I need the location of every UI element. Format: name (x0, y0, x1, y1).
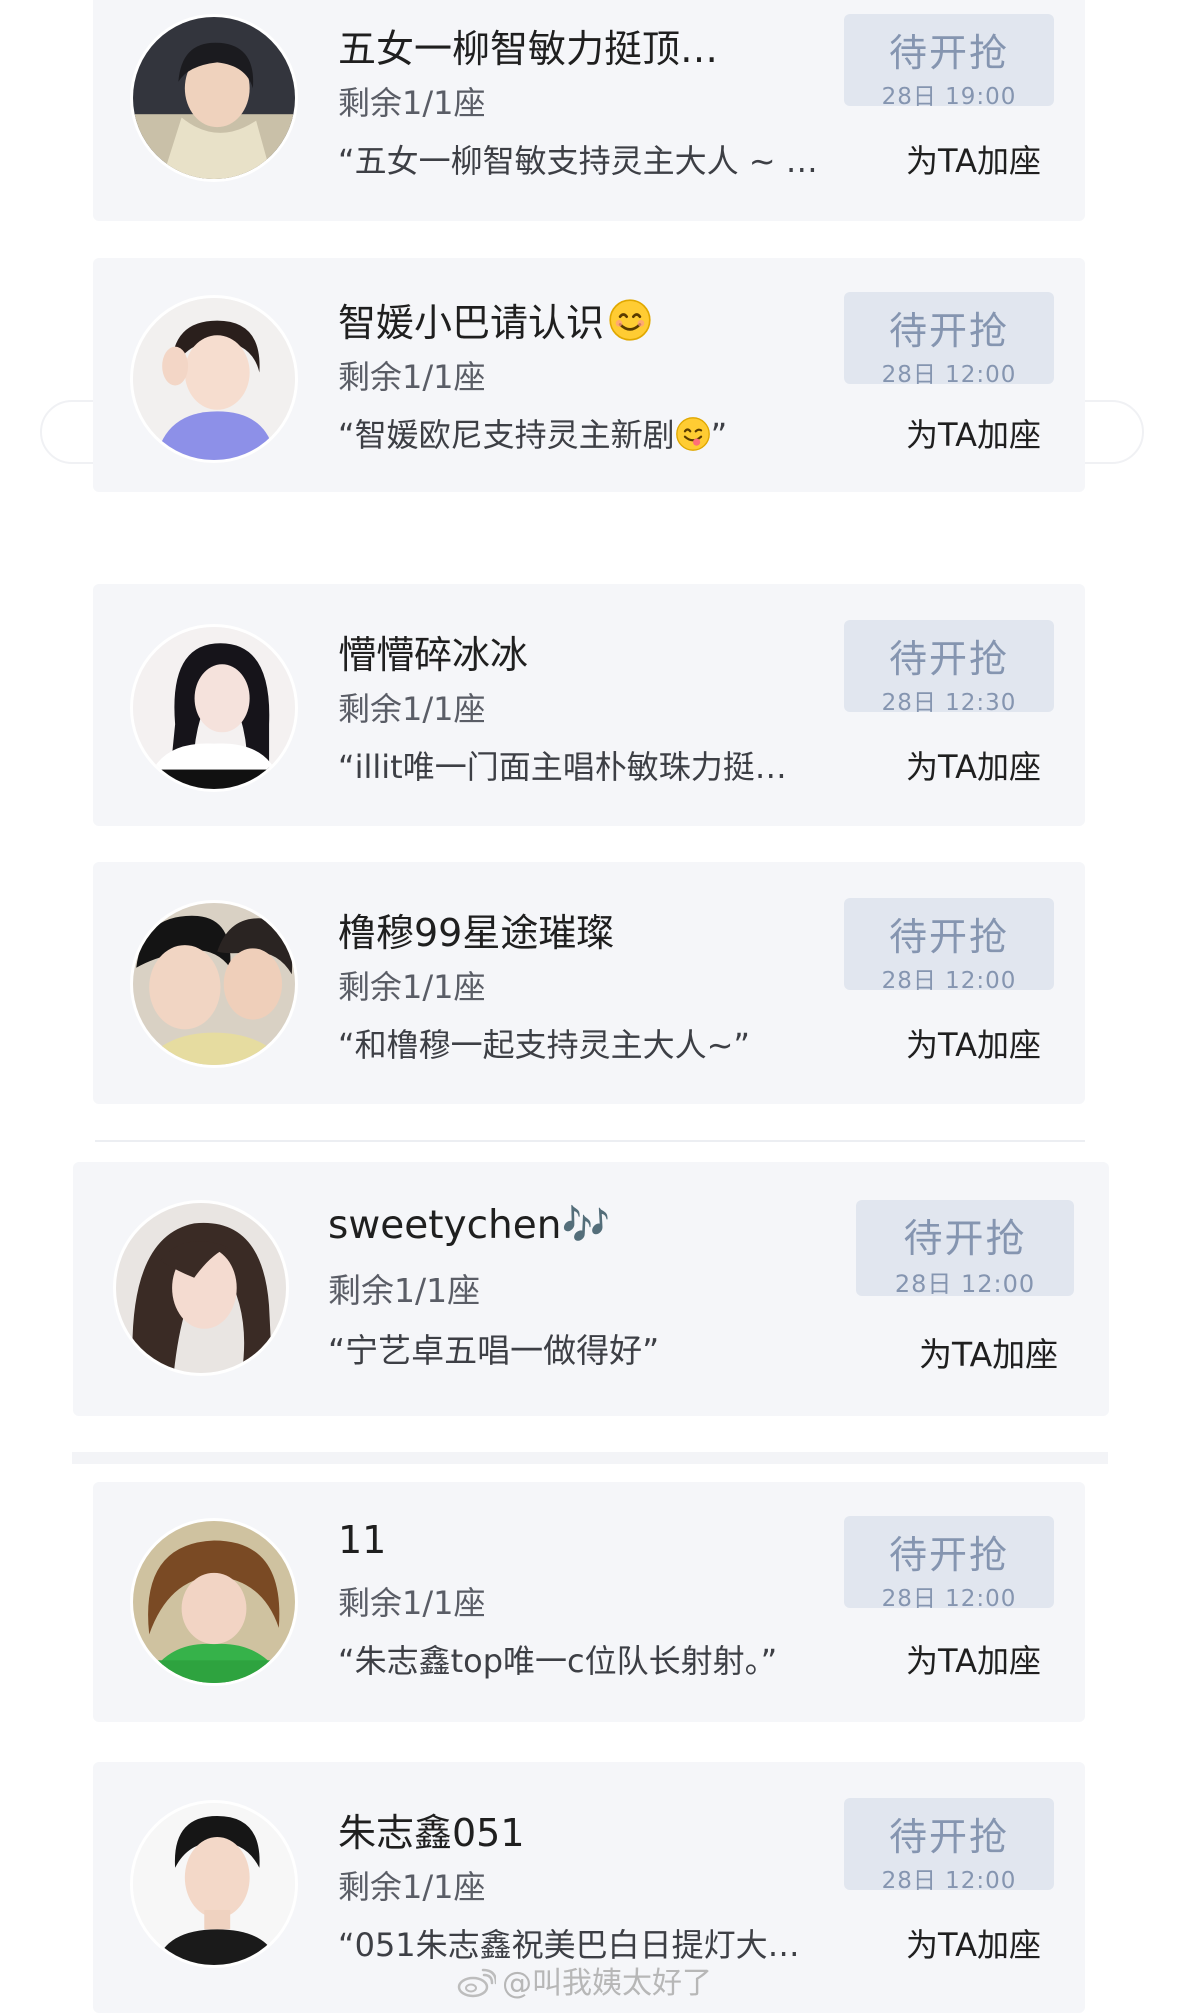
support-message: “五女一柳智敏支持灵主大人 ~ … (338, 142, 818, 180)
avatar[interactable] (130, 295, 298, 463)
support-message: “朱志鑫top唯一c位队长射射。” (338, 1642, 778, 1680)
user-name: 五女一柳智敏力挺顶… (338, 27, 719, 71)
support-message-closing-quote: ” (710, 416, 728, 454)
grab-button[interactable]: 待开抢 28日 12:00 (844, 292, 1054, 388)
face-savoring-food-emoji-icon (675, 417, 710, 451)
seat-card[interactable]: 懵懵碎冰冰 剩余1/1座 “illit唯一门面主唱朴敏珠力挺… 待开抢 28日 … (93, 584, 1085, 826)
seat-card[interactable]: 橹穆99星途璀璨 剩余1/1座 “和橹穆一起支持灵主大人~” 待开抢 28日 1… (93, 862, 1085, 1104)
seats-remaining: 剩余1/1座 (338, 968, 486, 1006)
grab-button[interactable]: 待开抢 28日 12:00 (844, 898, 1054, 994)
avatar[interactable] (130, 624, 298, 792)
support-message: “illit唯一门面主唱朴敏珠力挺… (338, 748, 787, 786)
seats-remaining: 剩余1/1座 (338, 1868, 486, 1906)
support-message: “和橹穆一起支持灵主大人~” (338, 1026, 750, 1064)
grab-button[interactable]: 待开抢 28日 12:30 (844, 620, 1054, 716)
seat-card[interactable]: 智媛小巴请认识 剩余1/1座 “智媛欧尼支持灵主新剧 ” 待开抢 28日 12:0… (93, 258, 1085, 492)
add-seat-link[interactable]: 为TA加座 (906, 410, 1041, 456)
add-seat-link[interactable]: 为TA加座 (919, 1328, 1058, 1376)
grab-time: 28日 12:00 (894, 1270, 1036, 1298)
watermark: @叫我姨太好了 (456, 1958, 712, 2002)
seats-remaining: 剩余1/1座 (338, 1584, 486, 1622)
seats-remaining: 剩余1/1座 (338, 690, 486, 728)
grab-time: 28日 12:30 (881, 690, 1017, 716)
seats-remaining: 剩余1/1座 (338, 358, 486, 396)
grab-button-label: 待开抢 (888, 31, 1009, 75)
avatar-image (133, 903, 295, 1065)
grab-time: 28日 12:00 (881, 1586, 1017, 1612)
user-name-text: 智媛小巴请认识 (338, 301, 605, 345)
user-name: 朱志鑫051 (338, 1811, 525, 1855)
section-divider (95, 1140, 1085, 1142)
grab-button-label: 待开抢 (903, 1217, 1027, 1262)
avatar-image (133, 1803, 295, 1965)
user-name: 橹穆99星途璀璨 (338, 911, 615, 955)
grab-time: 28日 12:00 (881, 968, 1017, 994)
avatar-image (133, 17, 295, 179)
user-name: 11 (338, 1518, 387, 1562)
user-name: sweetychen🎶 (328, 1203, 611, 1248)
support-message-text: “智媛欧尼支持灵主新剧 (338, 416, 675, 454)
avatar-image (133, 298, 295, 460)
avatar[interactable] (130, 14, 298, 182)
seats-remaining: 剩余1/1座 (338, 84, 486, 122)
grab-button-label: 待开抢 (888, 1815, 1009, 1859)
add-seat-link[interactable]: 为TA加座 (906, 1636, 1041, 1682)
grab-button[interactable]: 待开抢 28日 12:00 (856, 1200, 1074, 1298)
weibo-logo-icon (457, 1968, 496, 1998)
section-divider (72, 1452, 1108, 1464)
user-name: 智媛小巴请认识 (338, 292, 818, 347)
grab-button-label: 待开抢 (888, 637, 1009, 681)
seat-card[interactable]: 五女一柳智敏力挺顶… 剩余1/1座 “五女一柳智敏支持灵主大人 ~ … 待开抢 … (93, 0, 1085, 221)
grab-button[interactable]: 待开抢 28日 12:00 (844, 1798, 1054, 1894)
support-message: “宁艺卓五唱一做得好” (328, 1331, 660, 1370)
grab-button-label: 待开抢 (888, 1533, 1009, 1577)
avatar[interactable] (130, 1518, 298, 1686)
avatar-image (133, 1521, 295, 1683)
grab-button[interactable]: 待开抢 28日 12:00 (844, 1516, 1054, 1612)
add-seat-link[interactable]: 为TA加座 (906, 1920, 1041, 1966)
user-name: 懵懵碎冰冰 (338, 633, 529, 677)
smiling-face-emoji-icon (609, 299, 651, 341)
grab-button-label: 待开抢 (888, 915, 1009, 959)
grab-time: 28日 12:00 (881, 362, 1017, 388)
watermark-text: @叫我姨太好了 (502, 1966, 712, 2001)
seats-remaining: 剩余1/1座 (328, 1271, 481, 1310)
avatar-image (116, 1203, 286, 1373)
support-message: “智媛欧尼支持灵主新剧 ” (338, 410, 838, 456)
seat-card[interactable]: sweetychen🎶 剩余1/1座 “宁艺卓五唱一做得好” 待开抢 28日 1… (73, 1162, 1109, 1416)
grab-button-label: 待开抢 (888, 309, 1009, 353)
grab-time: 28日 19:00 (881, 84, 1017, 110)
add-seat-link[interactable]: 为TA加座 (906, 742, 1041, 788)
avatar-image (133, 627, 295, 789)
add-seat-link[interactable]: 为TA加座 (906, 136, 1041, 182)
avatar[interactable] (130, 900, 298, 1068)
grab-time: 28日 12:00 (881, 1868, 1017, 1894)
add-seat-link[interactable]: 为TA加座 (906, 1020, 1041, 1066)
avatar[interactable] (113, 1200, 289, 1376)
avatar[interactable] (130, 1800, 298, 1968)
grab-button[interactable]: 待开抢 28日 19:00 (844, 14, 1054, 110)
seat-card[interactable]: 11 剩余1/1座 “朱志鑫top唯一c位队长射射。” 待开抢 28日 12:0… (93, 1482, 1085, 1722)
